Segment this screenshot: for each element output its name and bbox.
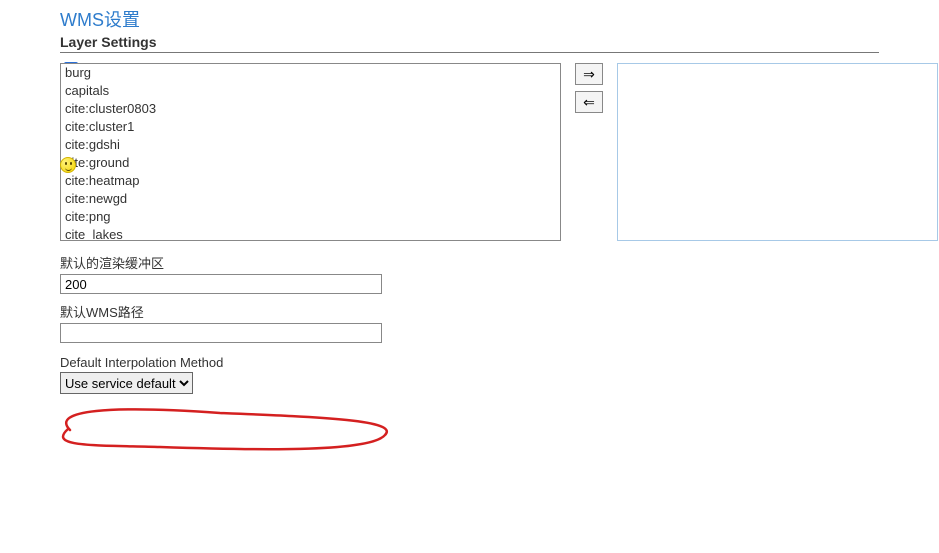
wms-path-label: 默认WMS路径	[60, 302, 879, 321]
list-item[interactable]: burg	[61, 64, 560, 82]
smiley-icon	[60, 157, 76, 173]
interp-select[interactable]: Use service default	[60, 372, 193, 394]
subsection-title: Layer Settings	[60, 34, 879, 53]
wms-path-input[interactable]	[60, 323, 382, 343]
annotation-circle	[20, 395, 420, 465]
interp-label: Default Interpolation Method	[60, 355, 879, 370]
list-item[interactable]: cite:cluster1	[61, 118, 560, 136]
render-buffer-label: 默认的渲染缓冲区	[60, 253, 879, 272]
list-item[interactable]: cite:newgd	[61, 190, 560, 208]
selected-styles-list[interactable]	[617, 63, 938, 241]
list-item[interactable]: cite:heatmap	[61, 172, 560, 190]
page-title: WMS设置	[60, 6, 879, 32]
move-right-button[interactable]: ⇒	[575, 63, 603, 85]
render-buffer-input[interactable]	[60, 274, 382, 294]
list-item[interactable]: capitals	[61, 82, 560, 100]
list-item[interactable]: cite:ground	[61, 154, 560, 172]
available-styles-list[interactable]: burgcapitalscite:cluster0803cite:cluster…	[60, 63, 561, 241]
list-item[interactable]: cite_lakes	[61, 226, 560, 241]
list-item[interactable]: cite:gdshi	[61, 136, 560, 154]
list-item[interactable]: cite:png	[61, 208, 560, 226]
move-left-button[interactable]: ⇐	[575, 91, 603, 113]
list-item[interactable]: cite:cluster0803	[61, 100, 560, 118]
